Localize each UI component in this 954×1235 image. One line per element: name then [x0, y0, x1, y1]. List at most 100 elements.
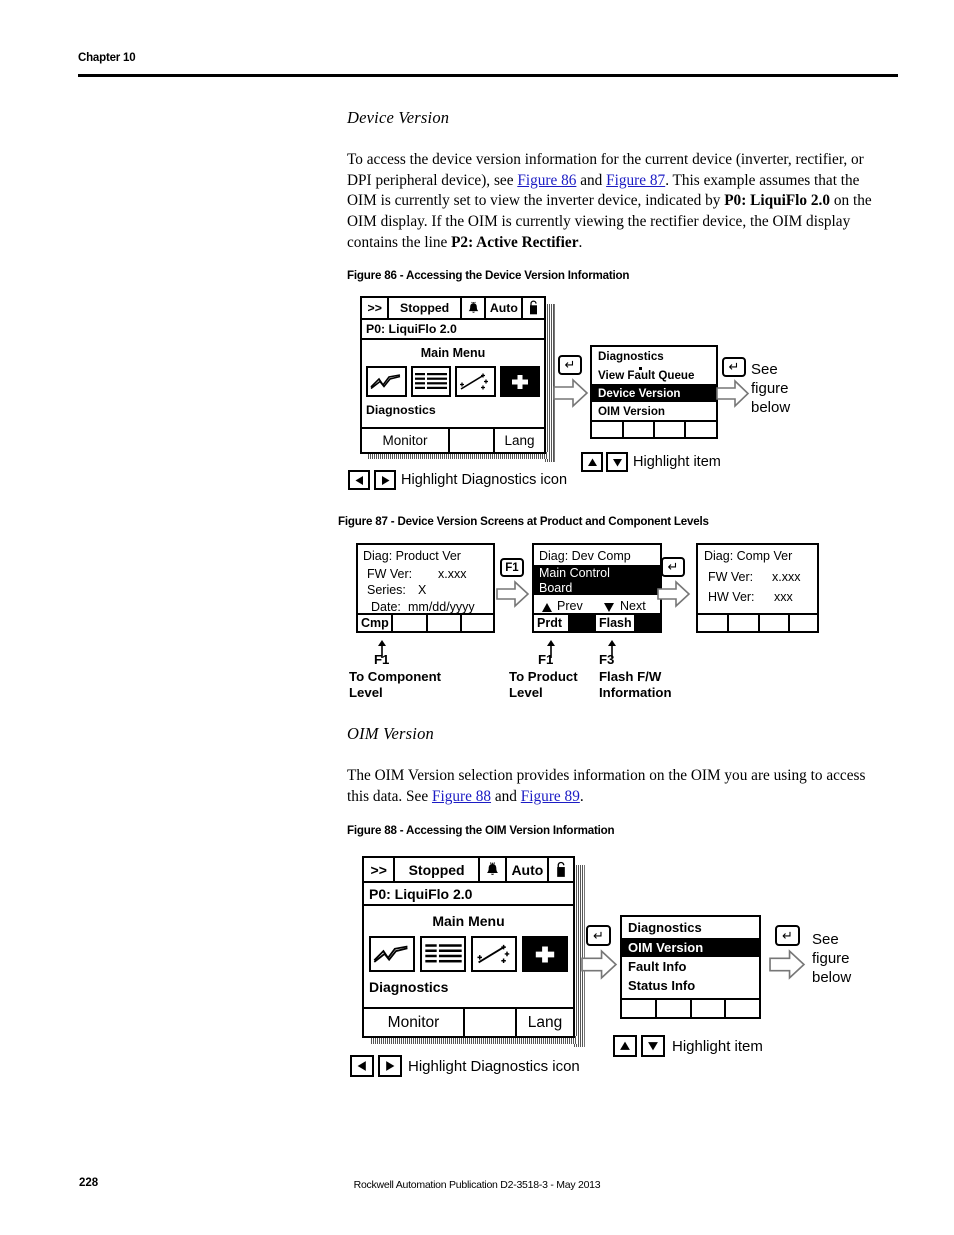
- panel-row-label-series: Series:: [367, 583, 406, 597]
- menu-softkey-row-2: [622, 998, 759, 1017]
- menu-softkey-4[interactable]: [686, 422, 716, 437]
- oim-icon-row: [362, 366, 544, 397]
- menu-scroll-dot: [639, 367, 642, 370]
- oim-softkey-row: Monitor Lang: [362, 427, 544, 452]
- see-line-1b: See: [812, 931, 839, 948]
- hint-highlight-diagnostics-icon-2: Highlight Diagnostics icon: [408, 1058, 580, 1075]
- panel3-softkey-2[interactable]: [729, 615, 760, 631]
- paragraph-oim-version: The OIM Version selection provides infor…: [347, 767, 866, 805]
- enter-key-icon-4[interactable]: ↵: [586, 925, 611, 946]
- menu-item-fault-info[interactable]: Fault Info: [622, 957, 759, 976]
- panel-softkey-flash[interactable]: Flash: [596, 615, 636, 631]
- bell-icon: [462, 298, 487, 318]
- panel-softkey-4[interactable]: [462, 615, 493, 631]
- right-triangle-icon[interactable]: [374, 470, 396, 490]
- menu2-softkey-2[interactable]: [657, 1000, 692, 1017]
- menu-item-oim-version[interactable]: OIM Version: [592, 402, 716, 420]
- f1-key-icon[interactable]: F1: [500, 558, 524, 577]
- softkey-blank-2[interactable]: [465, 1009, 517, 1036]
- panel-softkey-gap[interactable]: [570, 615, 596, 631]
- menu-item-device-version[interactable]: Device Version: [592, 384, 716, 402]
- oim-menu-title-2: Main Menu: [432, 913, 505, 929]
- enter-key-icon-5[interactable]: ↵: [775, 925, 800, 946]
- panel-softkey-row: Cmp: [358, 613, 493, 631]
- menu-softkey-2[interactable]: [624, 422, 655, 437]
- trend-waveform-icon-2[interactable]: [369, 936, 415, 972]
- panel-softkey-3[interactable]: [428, 615, 462, 631]
- figure-86-oim-display: >> Stopped Auto P0: LiquiFlo 2.0 Main Me…: [360, 296, 555, 462]
- panel-softkey-2[interactable]: [393, 615, 428, 631]
- menu-title-2: Diagnostics: [628, 920, 702, 935]
- menu-item-oim-version-2[interactable]: OIM Version: [622, 938, 759, 957]
- right-triangle-icon-2[interactable]: [378, 1055, 402, 1077]
- softkey-lang[interactable]: Lang: [495, 429, 544, 452]
- softkey-monitor[interactable]: Monitor: [362, 429, 450, 452]
- menu-item-view-fault-queue[interactable]: View Fault Queue: [592, 366, 716, 384]
- see-figure-below-note-86: See figure below: [751, 360, 790, 417]
- flow-arrow-icon-6: [769, 949, 806, 985]
- left-triangle-icon[interactable]: [348, 470, 370, 490]
- trend-waveform-icon[interactable]: [366, 366, 407, 397]
- callout-to-product-level: F1 To Product Level: [509, 652, 578, 702]
- panel-row-label-fw-2: FW Ver:: [708, 570, 754, 584]
- flow-arrow-icon-4: [657, 580, 691, 613]
- status-mode: Auto: [486, 298, 524, 318]
- callout-key-1: F1: [374, 652, 390, 667]
- callout-text-3b: Information: [599, 685, 672, 700]
- menu-softkey-3[interactable]: [655, 422, 686, 437]
- callout-text-1b: Level: [349, 685, 383, 700]
- hint-highlight-item-2: Highlight item: [672, 1038, 763, 1055]
- panel-nav-next[interactable]: Next: [620, 599, 646, 613]
- menu-bezel-bottom-2: [620, 1021, 754, 1028]
- scatter-plot-icon-2[interactable]: [471, 936, 517, 972]
- lock-icon: [523, 298, 544, 318]
- down-triangle-icon[interactable]: [606, 452, 628, 472]
- panel3-softkey-4[interactable]: [790, 615, 817, 631]
- softkey-blank[interactable]: [450, 429, 495, 452]
- enter-key-icon-2[interactable]: ↵: [722, 357, 746, 377]
- menu-softkey-1[interactable]: [592, 422, 624, 437]
- see-line-3: below: [751, 399, 791, 416]
- list-table-icon-2[interactable]: [420, 936, 466, 972]
- menu-scroll-dot-2: [674, 939, 677, 942]
- panel-screen-3: Diag: Comp Ver FW Ver: x.xxx HW Ver: xxx: [696, 543, 819, 633]
- figure-87-panel-product-ver: Diag: Product Ver FW Ver: x.xxx Series: …: [356, 543, 502, 638]
- panel-row-label-date: Date:: [371, 600, 401, 614]
- menu2-softkey-1[interactable]: [622, 1000, 657, 1017]
- left-triangle-icon-2[interactable]: [350, 1055, 374, 1077]
- softkey-lang-2[interactable]: Lang: [517, 1009, 573, 1036]
- publication-line: Rockwell Automation Publication D2-3518-…: [353, 1179, 601, 1191]
- panel-bezel-bottom: [356, 633, 489, 639]
- panel-softkey-gap-2[interactable]: [636, 615, 660, 631]
- figure-86-caption: Figure 86 - Accessing the Device Version…: [347, 269, 630, 282]
- chapter-label: Chapter 10: [78, 52, 136, 64]
- panel3-softkey-3[interactable]: [760, 615, 790, 631]
- list-table-icon[interactable]: [410, 366, 451, 397]
- oim-selection-label-2: Diagnostics: [369, 979, 449, 995]
- menu2-softkey-3[interactable]: [692, 1000, 726, 1017]
- panel-nav-prev[interactable]: Prev: [557, 599, 583, 613]
- panel3-softkey-1[interactable]: [698, 615, 729, 631]
- see-line-2b: figure: [812, 950, 850, 967]
- figure-87-panel-dev-comp: Diag: Dev Comp Main Control Board Prev Ne…: [532, 543, 669, 638]
- scatter-plot-icon[interactable]: [455, 366, 496, 397]
- oim-screen: >> Stopped Auto P0: LiquiFlo 2.0 Main Me…: [360, 296, 546, 454]
- panel-highlight-main-control-board[interactable]: Main Control Board: [534, 565, 660, 595]
- menu-item-status-info[interactable]: Status Info: [622, 976, 759, 995]
- down-triangle-icon-2[interactable]: [641, 1035, 665, 1057]
- enter-key-icon[interactable]: ↵: [558, 355, 582, 375]
- diagnostics-plus-icon[interactable]: [499, 366, 540, 397]
- enter-key-icon-3[interactable]: ↵: [661, 557, 685, 577]
- menu2-softkey-4[interactable]: [726, 1000, 759, 1017]
- softkey-monitor-2[interactable]: Monitor: [364, 1009, 465, 1036]
- panel-softkey-prdt[interactable]: Prdt: [534, 615, 570, 631]
- up-triangle-icon[interactable]: [581, 452, 603, 472]
- panel-screen: Diag: Product Ver FW Ver: x.xxx Series: …: [356, 543, 495, 633]
- up-triangle-icon-2[interactable]: [613, 1035, 637, 1057]
- see-line-1: See: [751, 361, 778, 378]
- panel-softkey-cmp[interactable]: Cmp: [358, 615, 393, 631]
- figure-86-diagnostics-menu: Diagnostics View Fault Queue Device Vers…: [590, 345, 724, 445]
- panel-row-label-fw: FW Ver:: [367, 567, 413, 581]
- section-heading-device-version: Device Version: [347, 108, 450, 127]
- diagnostics-plus-icon-2[interactable]: [522, 936, 568, 972]
